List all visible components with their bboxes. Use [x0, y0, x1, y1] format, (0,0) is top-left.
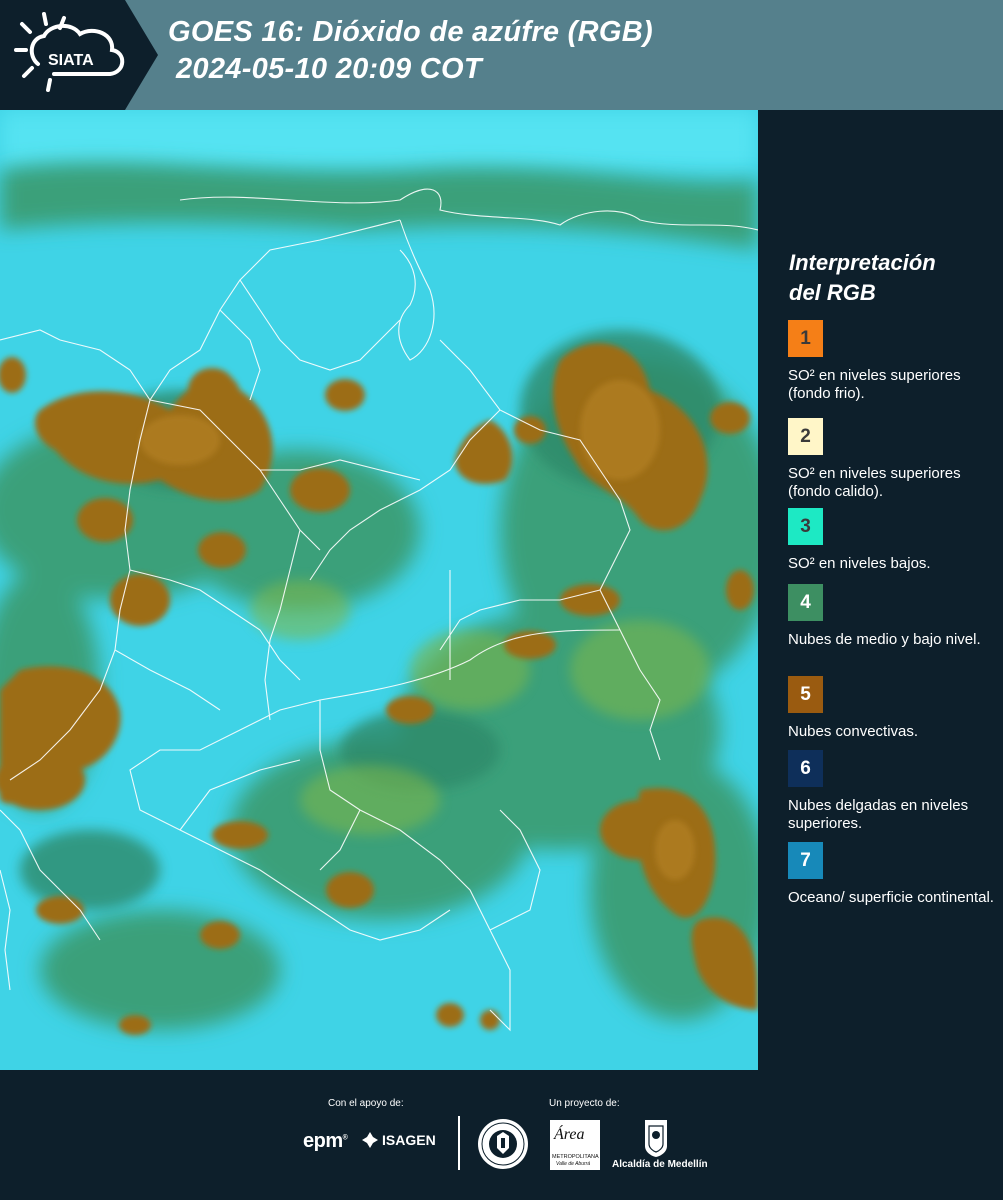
- title-line-2: 2024-05-10 20:09 COT: [176, 53, 482, 85]
- legend-item-label: SO² en niveles superiores (fondo calido)…: [788, 465, 961, 500]
- support-label: Con el apoyo de:: [328, 1098, 404, 1109]
- legend-swatch: 2: [788, 418, 823, 455]
- legend-title: Interpretación del RGB: [789, 248, 936, 308]
- legend-swatch: 4: [788, 584, 823, 621]
- legend-swatch: 5: [788, 676, 823, 713]
- legend-item-label: SO² en niveles bajos.: [788, 555, 931, 572]
- legend-title-line-2: del RGB: [789, 280, 876, 305]
- legend-swatch: 6: [788, 750, 823, 787]
- legend-panel: Interpretación del RGB 1 SO² en niveles …: [760, 110, 1003, 1070]
- page-title: GOES 16: Dióxido de azúfre (RGB) 2024-05…: [168, 14, 653, 88]
- area-metropolitana-logo: Área METROPOLITANA Valle de Aburrá: [550, 1120, 600, 1170]
- legend-item-3: 3 SO² en niveles bajos.: [788, 508, 998, 573]
- isagen-logo: ISAGEN: [362, 1132, 436, 1148]
- siata-logo-icon: SIATA: [14, 12, 125, 92]
- legend-swatch: 3: [788, 508, 823, 545]
- legend-item-label: Nubes delgadas en niveles superiores.: [788, 797, 969, 832]
- legend-item-label: Oceano/ superficie continental.: [788, 889, 994, 906]
- isagen-logo-text: ISAGEN: [382, 1132, 436, 1148]
- legend-swatch: 7: [788, 842, 823, 879]
- epm-logo-text: epm: [303, 1130, 343, 1152]
- area-logo-sub2: Valle de Aburrá: [556, 1161, 591, 1167]
- legend-item-5: 5 Nubes convectivas.: [788, 676, 998, 741]
- legend-item-6: 6 Nubes delgadas en niveles superiores.: [788, 750, 998, 833]
- legend-title-line-1: Interpretación: [789, 250, 936, 275]
- legend-item-1: 1 SO² en niveles superiores (fondo frio)…: [788, 320, 998, 403]
- logo-text: SIATA: [48, 52, 94, 69]
- legend-item-label: Nubes convectivas.: [788, 723, 919, 740]
- footer: Con el apoyo de: Un proyecto de: epm® IS…: [0, 1070, 1003, 1200]
- project-label: Un proyecto de:: [549, 1098, 620, 1109]
- area-logo-text: Área: [554, 1126, 585, 1143]
- epm-logo: epm®: [303, 1130, 348, 1152]
- title-line-1: GOES 16: Dióxido de azúfre (RGB): [168, 16, 653, 48]
- satellite-image: [0, 110, 758, 1070]
- legend-swatch: 1: [788, 320, 823, 357]
- medellin-seal-icon: [478, 1119, 528, 1169]
- footer-divider: [458, 1116, 460, 1170]
- alcaldia-shield-icon: [645, 1120, 667, 1157]
- area-logo-sub: METROPOLITANA: [552, 1154, 599, 1160]
- legend-item-label: Nubes de medio y bajo nivel.: [788, 631, 981, 648]
- satellite-map: [0, 110, 758, 1070]
- legend-item-2: 2 SO² en niveles superiores (fondo calid…: [788, 418, 998, 501]
- alcaldia-label: Alcaldía de Medellín: [612, 1159, 708, 1170]
- legend-item-7: 7 Oceano/ superficie continental.: [788, 842, 998, 907]
- header: SIATA GOES 16: Dióxido de azúfre (RGB) 2…: [0, 0, 1003, 110]
- isagen-mark-icon: [362, 1132, 378, 1148]
- legend-item-label: SO² en niveles superiores (fondo frio).: [788, 367, 961, 402]
- legend-item-4: 4 Nubes de medio y bajo nivel.: [788, 584, 998, 649]
